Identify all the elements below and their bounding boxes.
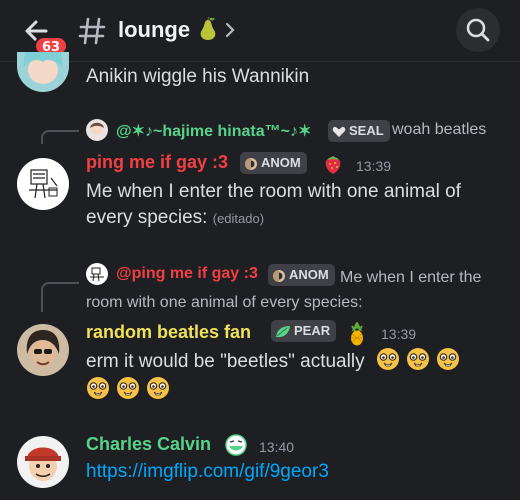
role-tag: ANOM bbox=[240, 152, 307, 174]
message-timestamp: 13:40 bbox=[259, 439, 295, 455]
avatar[interactable] bbox=[17, 436, 69, 488]
strawberry-icon bbox=[325, 156, 341, 174]
message-author[interactable]: Charles Calvin bbox=[86, 434, 211, 455]
avatar-image bbox=[17, 324, 69, 376]
reply-preview-line: Me when I enter the bbox=[340, 269, 482, 286]
message-body: erm it would be "beetles" actually bbox=[86, 351, 365, 372]
message-text: Anikin wiggle his Wannikin bbox=[86, 66, 310, 87]
channel-header: 63 lounge bbox=[0, 0, 520, 62]
role-tag-label: SEAL bbox=[349, 123, 384, 138]
message-timestamp: 13:39 bbox=[381, 326, 417, 342]
message-line: every species: bbox=[86, 207, 208, 228]
avatar-image bbox=[86, 119, 108, 141]
avatar-image bbox=[17, 436, 69, 488]
nerd-face-icon bbox=[376, 348, 399, 370]
message-author[interactable]: random beatles fan bbox=[86, 322, 251, 343]
leaf-icon bbox=[276, 325, 290, 337]
channel-name: lounge bbox=[118, 17, 191, 42]
message-timestamp: 13:39 bbox=[356, 158, 392, 174]
pineapple-icon bbox=[351, 322, 363, 346]
role-tag-label: PEAR bbox=[294, 323, 331, 338]
reply-connector bbox=[41, 282, 79, 312]
edited-marker: (editado) bbox=[212, 211, 265, 226]
chevron-right-icon[interactable] bbox=[224, 21, 236, 39]
avatar-image bbox=[17, 52, 69, 92]
channel-title[interactable]: lounge bbox=[118, 16, 220, 43]
nerd-face-icon bbox=[147, 377, 169, 399]
reply-avatar[interactable] bbox=[86, 119, 108, 141]
nerd-face-icon bbox=[117, 377, 139, 399]
heart-icon bbox=[332, 126, 346, 137]
avatar[interactable] bbox=[17, 52, 69, 92]
reply-preview[interactable]: woah beatles bbox=[392, 121, 486, 139]
message-line: Me when I enter the room with one animal… bbox=[86, 181, 461, 202]
reply-preview[interactable]: Me when I enter the room with one animal… bbox=[86, 265, 506, 315]
reply-author[interactable]: @✶♪~hajime hinata™~♪✶ bbox=[116, 121, 311, 141]
avatar[interactable] bbox=[17, 158, 69, 210]
role-tag: PEAR bbox=[271, 320, 337, 342]
role-tag-label: ANOM bbox=[261, 155, 301, 170]
message-author[interactable]: ping me if gay :3 bbox=[86, 152, 228, 173]
message-text: erm it would be "beetles" actually bbox=[86, 347, 506, 405]
message-text: Me when I enter the room with one animal… bbox=[86, 179, 461, 232]
nerd-face-icon bbox=[436, 348, 459, 370]
nerd-face-icon bbox=[87, 377, 109, 399]
search-icon bbox=[466, 18, 490, 42]
reply-preview-line: room with one animal of every species: bbox=[86, 294, 363, 311]
pear-icon bbox=[200, 16, 216, 40]
role-tag: SEAL bbox=[328, 120, 390, 142]
avatar-image bbox=[17, 158, 69, 210]
troll-face-icon bbox=[225, 434, 247, 456]
message-link[interactable]: https://imgflip.com/gif/9geor3 bbox=[86, 461, 329, 483]
avatar[interactable] bbox=[17, 324, 69, 376]
hash-icon bbox=[78, 17, 106, 45]
search-button[interactable] bbox=[456, 8, 500, 52]
nerd-face-icon bbox=[406, 348, 429, 370]
reply-connector bbox=[41, 130, 79, 144]
moon-icon bbox=[245, 157, 257, 170]
